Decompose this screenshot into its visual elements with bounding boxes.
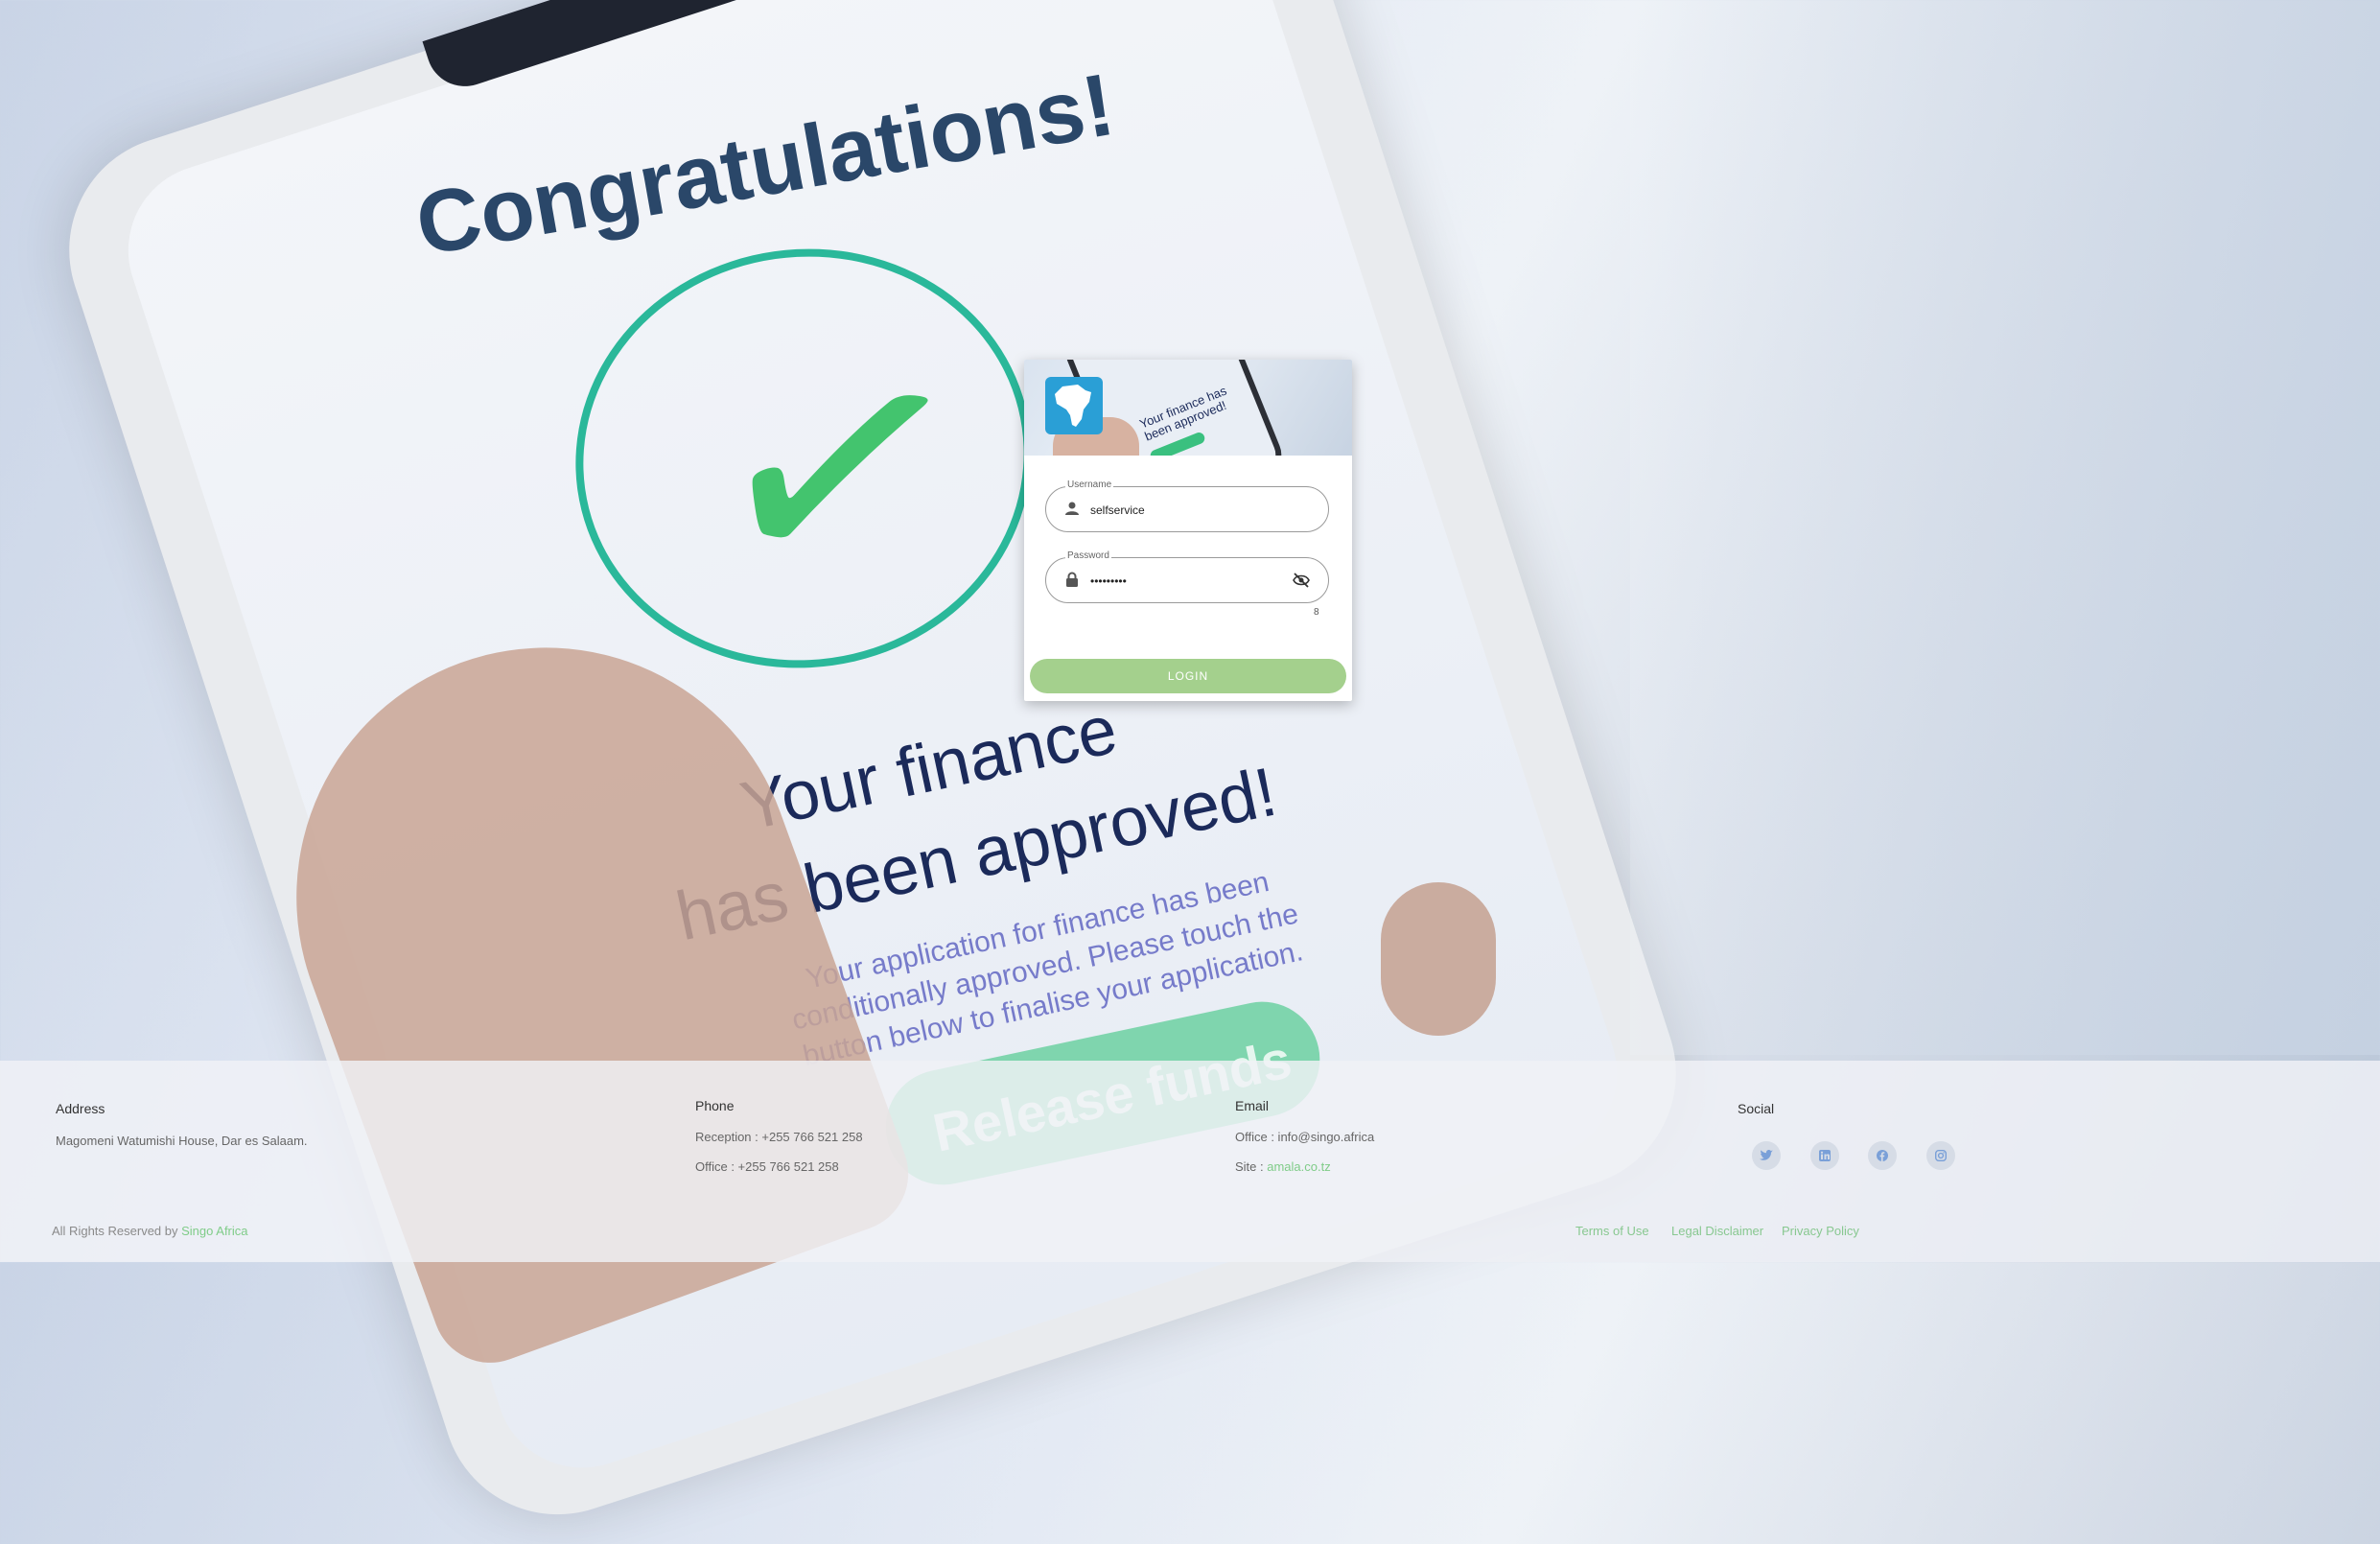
- footer-email-office: Office : info@singo.africa: [1235, 1130, 1375, 1144]
- footer-phone-title: Phone: [695, 1098, 735, 1113]
- privacy-policy-link[interactable]: Privacy Policy: [1782, 1224, 1859, 1238]
- footer-rights-prefix: All Rights Reserved by: [52, 1224, 182, 1238]
- footer-email-title: Email: [1235, 1098, 1270, 1113]
- footer-phone-reception: Reception : +255 766 521 258: [695, 1130, 863, 1144]
- africa-logo-icon: [1045, 377, 1103, 434]
- footer-site: Site : amala.co.tz: [1235, 1159, 1331, 1174]
- password-field[interactable]: Password: [1045, 550, 1329, 603]
- legal-disclaimer-link[interactable]: Legal Disclaimer: [1671, 1224, 1763, 1238]
- bg-thumb: [1381, 882, 1496, 1036]
- password-label: Password: [1065, 550, 1111, 561]
- username-field[interactable]: Username: [1045, 480, 1329, 532]
- login-banner: Your finance has been approved!: [1024, 360, 1352, 456]
- footer-phone-office: Office : +255 766 521 258: [695, 1159, 839, 1174]
- footer: [0, 1061, 2380, 1262]
- footer-social-title: Social: [1738, 1101, 1775, 1116]
- lock-icon: [1063, 572, 1081, 589]
- footer-rights-link[interactable]: Singo Africa: [181, 1224, 247, 1238]
- facebook-icon[interactable]: [1868, 1141, 1897, 1170]
- footer-rights: All Rights Reserved by Singo Africa: [52, 1224, 248, 1238]
- login-form: Username Password: [1024, 456, 1352, 603]
- person-icon: [1063, 501, 1081, 518]
- africa-map-icon: [1055, 385, 1091, 427]
- footer-site-link[interactable]: amala.co.tz: [1267, 1159, 1330, 1174]
- twitter-icon[interactable]: [1752, 1141, 1781, 1170]
- footer-address-line: Magomeni Watumishi House, Dar es Salaam.: [56, 1134, 308, 1148]
- password-input[interactable]: [1088, 570, 1284, 593]
- login-button[interactable]: LOGIN: [1030, 659, 1346, 693]
- checkmark-icon: ✓: [681, 278, 995, 662]
- bg-blur: [1630, 0, 2380, 1055]
- linkedin-icon[interactable]: [1810, 1141, 1839, 1170]
- username-input[interactable]: [1088, 499, 1284, 522]
- username-label: Username: [1065, 480, 1114, 490]
- password-char-counter: 8: [1314, 607, 1319, 618]
- eye-off-icon[interactable]: [1292, 572, 1311, 591]
- login-card: Your finance has been approved! Username…: [1024, 360, 1352, 701]
- footer-site-label: Site :: [1235, 1159, 1268, 1174]
- terms-of-use-link[interactable]: Terms of Use: [1575, 1224, 1649, 1238]
- instagram-icon[interactable]: [1926, 1141, 1955, 1170]
- footer-address-title: Address: [56, 1101, 105, 1116]
